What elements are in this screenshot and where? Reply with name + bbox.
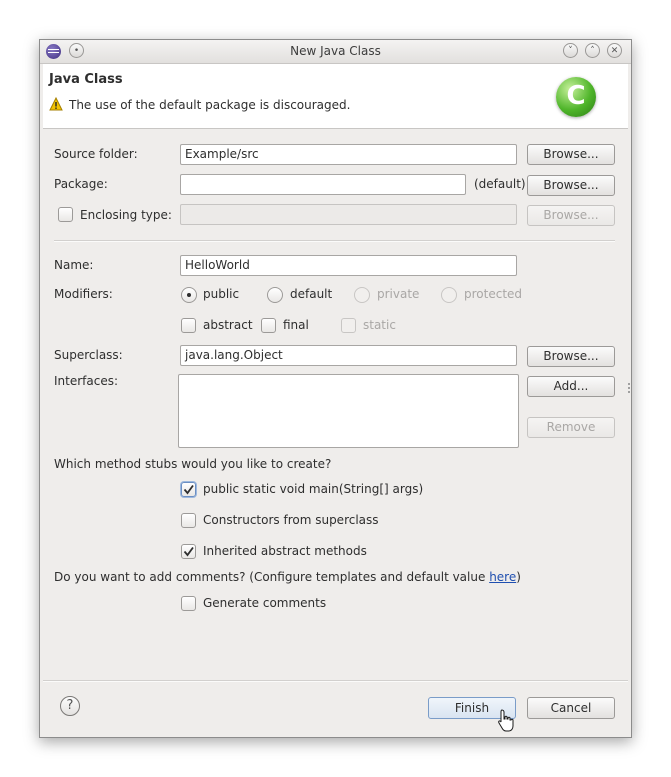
source-folder-input[interactable]: Example/src <box>180 144 517 165</box>
title-bar: • New Java Class ˅ ˄ ✕ <box>40 40 631 64</box>
main-method-label: public static void main(String[] args) <box>203 482 424 496</box>
templates-link[interactable]: here <box>489 570 516 584</box>
modifier-default-radio[interactable] <box>267 287 283 303</box>
modifier-private-label: private <box>377 287 420 301</box>
interfaces-label: Interfaces: <box>54 374 119 388</box>
comments-question-suffix: ) <box>516 570 521 584</box>
constructors-label: Constructors from superclass <box>203 513 379 527</box>
inherited-abstract-label: Inherited abstract methods <box>203 544 367 558</box>
modifier-public-label: public <box>203 287 240 301</box>
help-icon[interactable]: ? <box>60 696 80 716</box>
footer-separator <box>43 680 628 682</box>
source-folder-browse-button[interactable]: Browse... <box>527 144 615 165</box>
window-title: New Java Class <box>290 44 381 58</box>
stubs-question: Which method stubs would you like to cre… <box>54 457 332 471</box>
add-interface-button[interactable]: Add... <box>527 376 615 397</box>
inherited-abstract-checkbox[interactable] <box>181 544 196 559</box>
source-folder-label: Source folder: <box>54 147 138 161</box>
modifier-final-label: final <box>283 318 309 332</box>
enclosing-type-browse-button[interactable]: Browse... <box>527 205 615 226</box>
modifier-abstract-checkbox[interactable] <box>181 318 196 333</box>
superclass-label: Superclass: <box>54 348 123 362</box>
superclass-input[interactable]: java.lang.Object <box>180 345 517 366</box>
modifier-default-label: default <box>290 287 333 301</box>
separator <box>54 240 615 242</box>
modifiers-label: Modifiers: <box>54 287 113 301</box>
modifier-protected-radio[interactable] <box>441 287 457 303</box>
modifier-protected-label: protected <box>464 287 523 301</box>
comments-question: Do you want to add comments? (Configure … <box>54 570 521 584</box>
name-label: Name: <box>54 258 94 272</box>
cancel-button[interactable]: Cancel <box>527 697 615 719</box>
minimize-icon[interactable]: ˅ <box>563 43 578 58</box>
banner-heading: Java Class <box>49 72 123 87</box>
java-class-logo: C <box>556 77 596 117</box>
modifier-static-label: static <box>363 318 396 332</box>
package-browse-button[interactable]: Browse... <box>527 175 615 196</box>
interfaces-list[interactable] <box>178 374 519 448</box>
enclosing-type-input[interactable] <box>180 204 517 225</box>
name-input[interactable]: HelloWorld <box>180 255 517 276</box>
banner-message: The use of the default package is discou… <box>69 98 351 112</box>
main-method-checkbox[interactable] <box>181 482 196 497</box>
maximize-icon[interactable]: ˄ <box>585 43 600 58</box>
wizard-banner: Java Class The use of the default packag… <box>43 64 628 129</box>
modifier-public-radio[interactable] <box>181 287 197 303</box>
remove-interface-button[interactable]: Remove <box>527 417 615 438</box>
package-default-hint: (default) <box>474 177 526 191</box>
resize-grip[interactable] <box>628 383 632 393</box>
modifier-private-radio[interactable] <box>354 287 370 303</box>
package-input[interactable] <box>180 174 466 195</box>
modifier-abstract-label: abstract <box>203 318 253 332</box>
package-label: Package: <box>54 177 108 191</box>
enclosing-type-checkbox[interactable] <box>58 207 73 222</box>
close-icon[interactable]: ✕ <box>607 43 622 58</box>
generate-comments-checkbox[interactable] <box>181 596 196 611</box>
modifier-static-checkbox[interactable] <box>341 318 356 333</box>
generate-comments-label: Generate comments <box>203 596 327 610</box>
enclosing-type-label: Enclosing type: <box>80 208 172 222</box>
warning-icon <box>49 97 63 111</box>
new-java-class-dialog: • New Java Class ˅ ˄ ✕ Java Class The us… <box>39 39 632 738</box>
comments-question-prefix: Do you want to add comments? (Configure … <box>54 570 490 584</box>
mouse-cursor-icon <box>498 709 514 732</box>
superclass-browse-button[interactable]: Browse... <box>527 346 615 367</box>
constructors-checkbox[interactable] <box>181 513 196 528</box>
modifier-final-checkbox[interactable] <box>261 318 276 333</box>
